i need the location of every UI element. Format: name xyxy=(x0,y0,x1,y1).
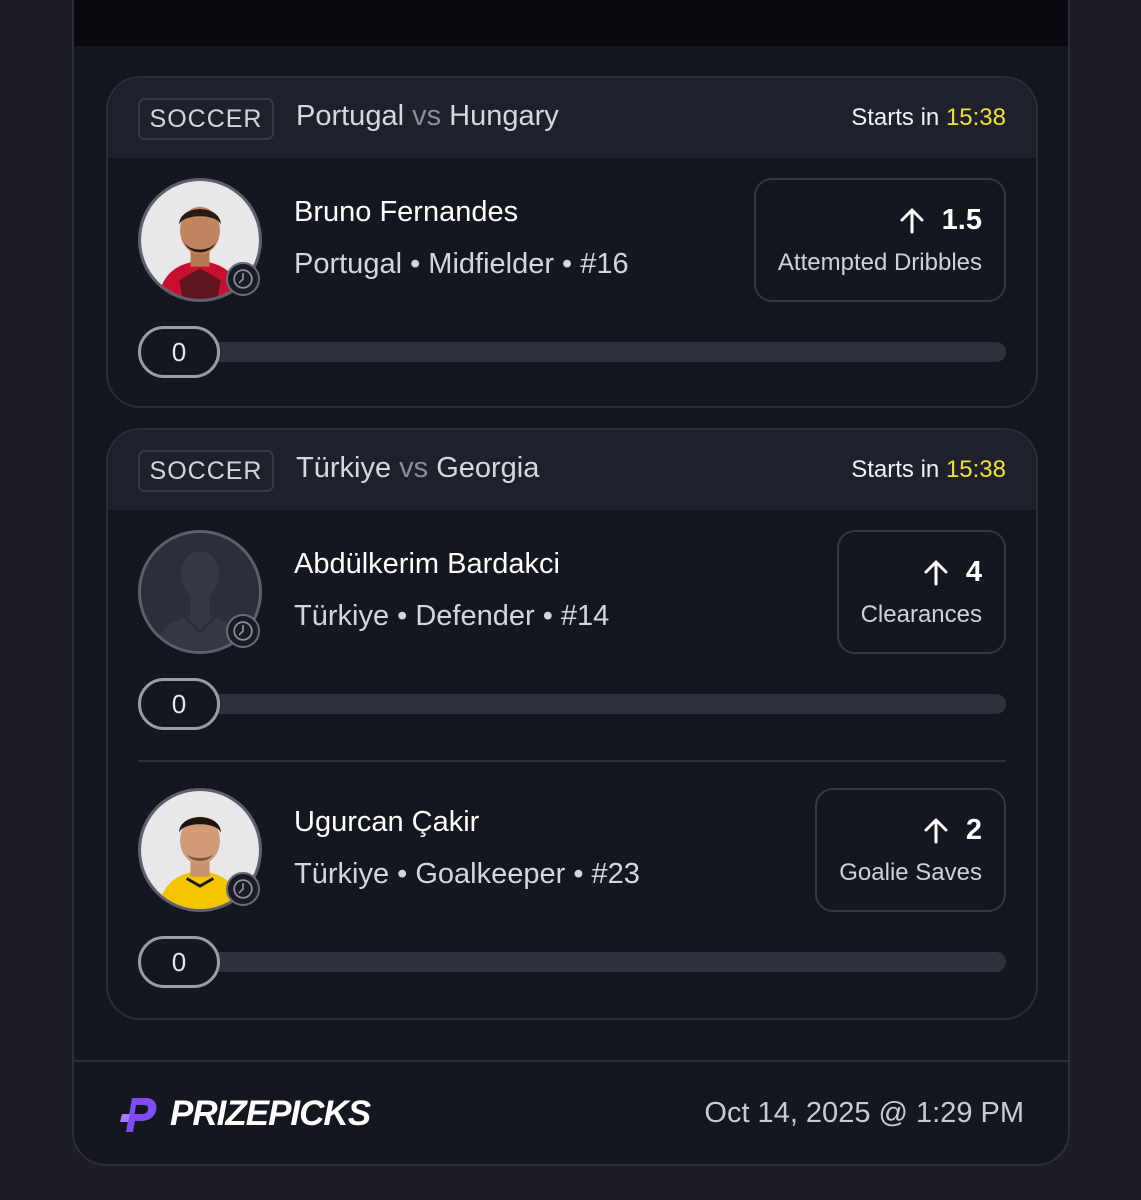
starts-label: Starts in xyxy=(851,104,940,131)
progress-bar: 0 xyxy=(138,326,1006,378)
projection-line: 4 xyxy=(861,556,982,589)
stat-type: Clearances xyxy=(860,601,982,628)
projection-box[interactable]: 1.5 Attempted Dribbles xyxy=(753,178,1006,302)
player-meta: Portugal • Midfielder • #16 xyxy=(294,248,629,280)
sport-badge: SOCCER xyxy=(138,450,274,492)
start-countdown: Starts in 15:38 xyxy=(851,104,1006,132)
sport-badge: SOCCER xyxy=(138,98,274,140)
pick-row[interactable]: Abdülkerim Bardakci Türkiye • Defender •… xyxy=(108,510,1036,760)
line-value: 1.5 xyxy=(941,204,982,236)
starts-time: 15:38 xyxy=(945,104,1006,131)
clock-icon xyxy=(226,262,260,296)
footer-divider xyxy=(74,1060,1068,1062)
progress-track xyxy=(178,342,1006,362)
matchup-title: Portugal vs Hungary xyxy=(296,100,559,133)
pick-row[interactable]: Ugurcan Çakir Türkiye • Goalkeeper • #23… xyxy=(108,760,1036,1018)
clock-icon xyxy=(226,614,260,648)
player-meta: Türkiye • Defender • #14 xyxy=(294,600,610,632)
progress-track xyxy=(178,952,1006,972)
arrow-up-icon xyxy=(900,208,924,233)
match-header: SOCCER Türkiye vs Georgia Starts in 15:3… xyxy=(108,430,1036,510)
current-stat-pill: 0 xyxy=(138,326,220,378)
line-value: 4 xyxy=(965,556,982,588)
projection-line: 2 xyxy=(839,814,982,847)
top-bar xyxy=(74,0,1068,46)
start-countdown: Starts in 15:38 xyxy=(851,456,1006,484)
player-name: Ugurcan Çakir xyxy=(294,806,480,838)
vs-label: vs xyxy=(399,452,429,484)
pick-row[interactable]: Bruno Fernandes Portugal • Midfielder • … xyxy=(108,158,1036,406)
prizepicks-logo: PRIZEPICKS xyxy=(116,1092,371,1136)
prizepicks-logo-icon xyxy=(120,1098,157,1132)
entry-card-frame: SOCCER Portugal vs Hungary Starts in 15:… xyxy=(72,0,1070,1166)
home-team: Portugal xyxy=(296,100,405,132)
player-meta: Türkiye • Goalkeeper • #23 xyxy=(294,858,640,890)
stat-type: Goalie Saves xyxy=(839,859,982,886)
player-name: Bruno Fernandes xyxy=(294,196,519,228)
matchup-title: Türkiye vs Georgia xyxy=(296,452,539,485)
progress-track xyxy=(178,694,1006,714)
row-divider xyxy=(138,760,1006,762)
away-team: Hungary xyxy=(449,100,559,132)
clock-icon xyxy=(226,872,260,906)
player-name: Abdülkerim Bardakci xyxy=(294,548,560,580)
vs-label: vs xyxy=(412,100,442,132)
stat-type: Attempted Dribbles xyxy=(777,249,982,276)
starts-label: Starts in xyxy=(851,456,940,483)
projection-line: 1.5 xyxy=(778,204,982,237)
home-team: Türkiye xyxy=(296,452,392,484)
projection-box[interactable]: 4 Clearances xyxy=(836,530,1006,654)
match-card-portugal-hungary[interactable]: SOCCER Portugal vs Hungary Starts in 15:… xyxy=(106,76,1038,408)
arrow-up-icon xyxy=(924,560,948,585)
current-stat-pill: 0 xyxy=(138,678,220,730)
brand-name: PRIZEPICKS xyxy=(170,1094,371,1133)
starts-time: 15:38 xyxy=(945,456,1006,483)
line-value: 2 xyxy=(965,814,982,846)
arrow-up-icon xyxy=(924,818,948,843)
current-stat-pill: 0 xyxy=(138,936,220,988)
away-team: Georgia xyxy=(436,452,540,484)
progress-bar: 0 xyxy=(138,678,1006,730)
match-card-turkiye-georgia[interactable]: SOCCER Türkiye vs Georgia Starts in 15:3… xyxy=(106,428,1038,1020)
progress-bar: 0 xyxy=(138,936,1006,988)
match-header: SOCCER Portugal vs Hungary Starts in 15:… xyxy=(108,78,1036,158)
projection-box[interactable]: 2 Goalie Saves xyxy=(815,788,1006,912)
entry-timestamp: Oct 14, 2025 @ 1:29 PM xyxy=(704,1097,1024,1129)
